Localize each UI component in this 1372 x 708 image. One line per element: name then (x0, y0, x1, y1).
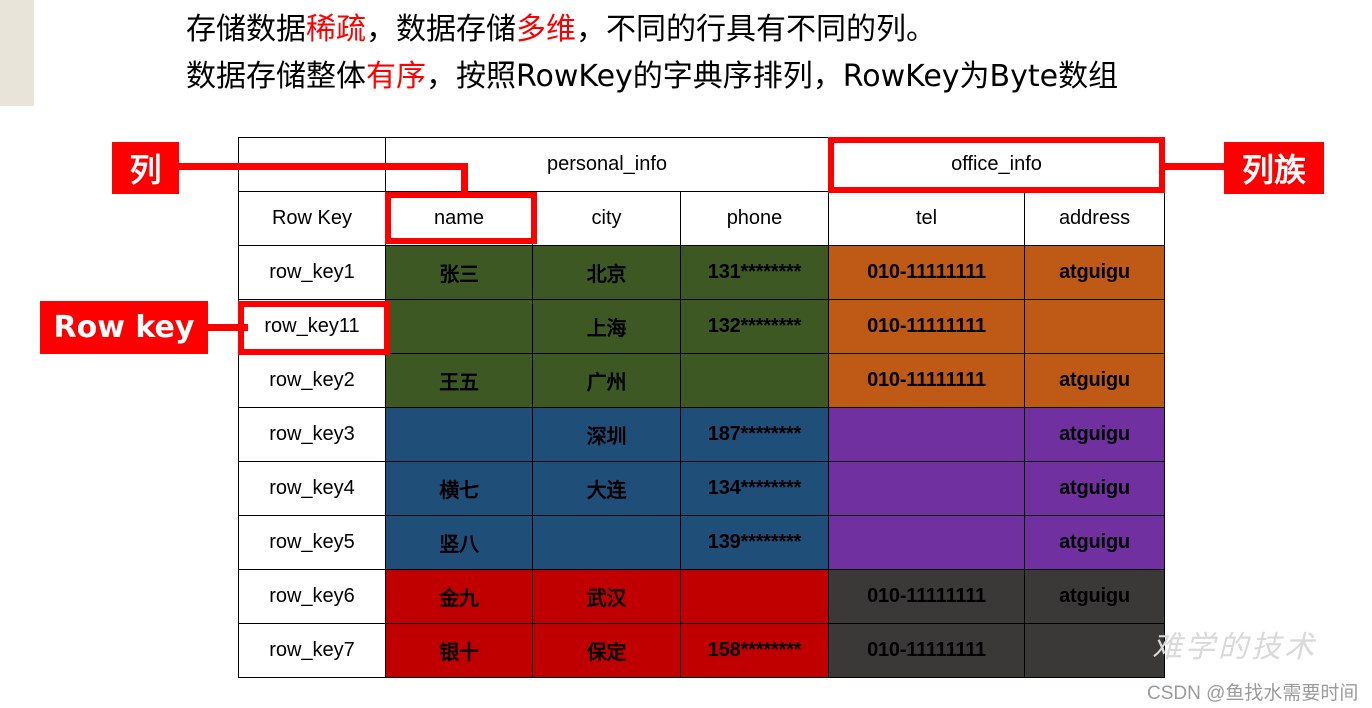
cell-row-key: row_key7 (238, 623, 386, 678)
cell-city: 广州 (532, 353, 681, 408)
table-row: row_key7 银十 保定 158******** 010-11111111 (238, 623, 1166, 678)
connector-column-h (178, 163, 468, 170)
cell-tel (828, 407, 1026, 462)
column-header-phone: phone (679, 191, 830, 246)
cell-name: 张三 (385, 245, 533, 300)
cell-tel: 010-11111111 (828, 569, 1026, 624)
intro-line1-highlight-2: 多维 (516, 12, 576, 47)
table-row: row_key6 金九 武汉 010-11111111 atguigu (238, 569, 1166, 624)
cell-tel: 010-11111111 (828, 353, 1026, 408)
cell-row-key: row_key6 (238, 569, 386, 624)
cell-tel (828, 515, 1026, 570)
cell-name (385, 407, 533, 462)
cell-phone: 134******** (679, 461, 830, 516)
cell-name: 竖八 (385, 515, 533, 570)
intro-line2-seg1: 数据存储整体 (186, 59, 366, 94)
cell-address (1024, 299, 1166, 354)
cell-phone: 132******** (679, 299, 830, 354)
cell-city: 深圳 (532, 407, 681, 462)
cell-name: 金九 (385, 569, 533, 624)
cell-city: 上海 (532, 299, 681, 354)
cell-name: 横七 (385, 461, 533, 516)
annotation-row-key: Row key (40, 301, 208, 354)
cell-tel: 010-11111111 (828, 623, 1026, 678)
cell-phone: 131******** (679, 245, 830, 300)
column-header-row: Row Key name city phone tel address (238, 191, 1166, 246)
cell-address: atguigu (1024, 245, 1166, 300)
cell-city: 大连 (532, 461, 681, 516)
intro-line1-seg2: ，数据存储 (366, 12, 516, 47)
intro-line2-highlight-1: 有序 (366, 59, 426, 94)
cell-phone: 187******** (679, 407, 830, 462)
intro-line2-seg2: ，按照RowKey的字典序排列，RowKey为Byte数组 (426, 59, 1119, 94)
connector-column-v (461, 163, 468, 195)
cell-address: atguigu (1024, 569, 1166, 624)
table-row: row_key4 横七 大连 134******** atguigu (238, 461, 1166, 516)
highlight-box-row-key11 (238, 301, 390, 355)
column-header-address: address (1024, 191, 1166, 246)
csdn-credit: CSDN @鱼找水需要时间 (1147, 683, 1359, 704)
cell-tel: 010-11111111 (828, 299, 1026, 354)
cell-phone: 139******** (679, 515, 830, 570)
intro-line1-seg3: ，不同的行具有不同的列。 (576, 12, 936, 47)
annotation-column-family: 列族 (1224, 142, 1324, 194)
cell-row-key: row_key4 (238, 461, 386, 516)
intro-line-2: 数据存储整体有序，按照RowKey的字典序排列，RowKey为Byte数组 (186, 53, 1286, 100)
cell-address (1024, 623, 1166, 678)
table-row: row_key5 竖八 139******** atguigu (238, 515, 1166, 570)
cell-phone: 158******** (679, 623, 830, 678)
cell-city (532, 515, 681, 570)
table-row: row_key3 深圳 187******** atguigu (238, 407, 1166, 462)
cell-name: 银十 (385, 623, 533, 678)
cell-row-key: row_key1 (238, 245, 386, 300)
column-header-row-key: Row Key (238, 191, 386, 246)
highlight-box-office-info (828, 137, 1165, 193)
cell-phone (679, 353, 830, 408)
left-accent-bar (0, 0, 34, 106)
intro-line1-highlight-1: 稀疏 (306, 12, 366, 47)
cell-address: atguigu (1024, 407, 1166, 462)
intro-text: 存储数据稀疏，数据存储多维，不同的行具有不同的列。 数据存储整体有序，按照Row… (186, 6, 1286, 100)
connector-column-family (1161, 163, 1229, 170)
column-header-tel: tel (828, 191, 1026, 246)
cell-city: 保定 (532, 623, 681, 678)
cell-phone (679, 569, 830, 624)
intro-line-1: 存储数据稀疏，数据存储多维，不同的行具有不同的列。 (186, 6, 1286, 53)
cell-address: atguigu (1024, 353, 1166, 408)
slide-canvas: 存储数据稀疏，数据存储多维，不同的行具有不同的列。 数据存储整体有序，按照Row… (0, 0, 1372, 708)
annotation-column: 列 (112, 142, 179, 194)
column-header-city: city (532, 191, 681, 246)
cell-address: atguigu (1024, 461, 1166, 516)
cell-address: atguigu (1024, 515, 1166, 570)
cell-city: 北京 (532, 245, 681, 300)
hbase-schema-table: personal_info office_info Row Key name city p… (238, 137, 1166, 678)
intro-line1-seg1: 存储数据 (186, 12, 306, 47)
watermark-text: 难学的技术 (1152, 630, 1317, 665)
cell-row-key: row_key2 (238, 353, 386, 408)
table-row: row_key1 张三 北京 131******** 010-11111111 atgui… (238, 245, 1166, 300)
cell-row-key: row_key3 (238, 407, 386, 462)
table-row: row_key2 王五 广州 010-11111111 atguigu (238, 353, 1166, 408)
cell-row-key: row_key5 (238, 515, 386, 570)
cell-city: 武汉 (532, 569, 681, 624)
cell-tel: 010-11111111 (828, 245, 1026, 300)
cell-tel (828, 461, 1026, 516)
cell-name: 王五 (385, 353, 533, 408)
cell-name (385, 299, 533, 354)
highlight-box-name-column (385, 192, 537, 244)
